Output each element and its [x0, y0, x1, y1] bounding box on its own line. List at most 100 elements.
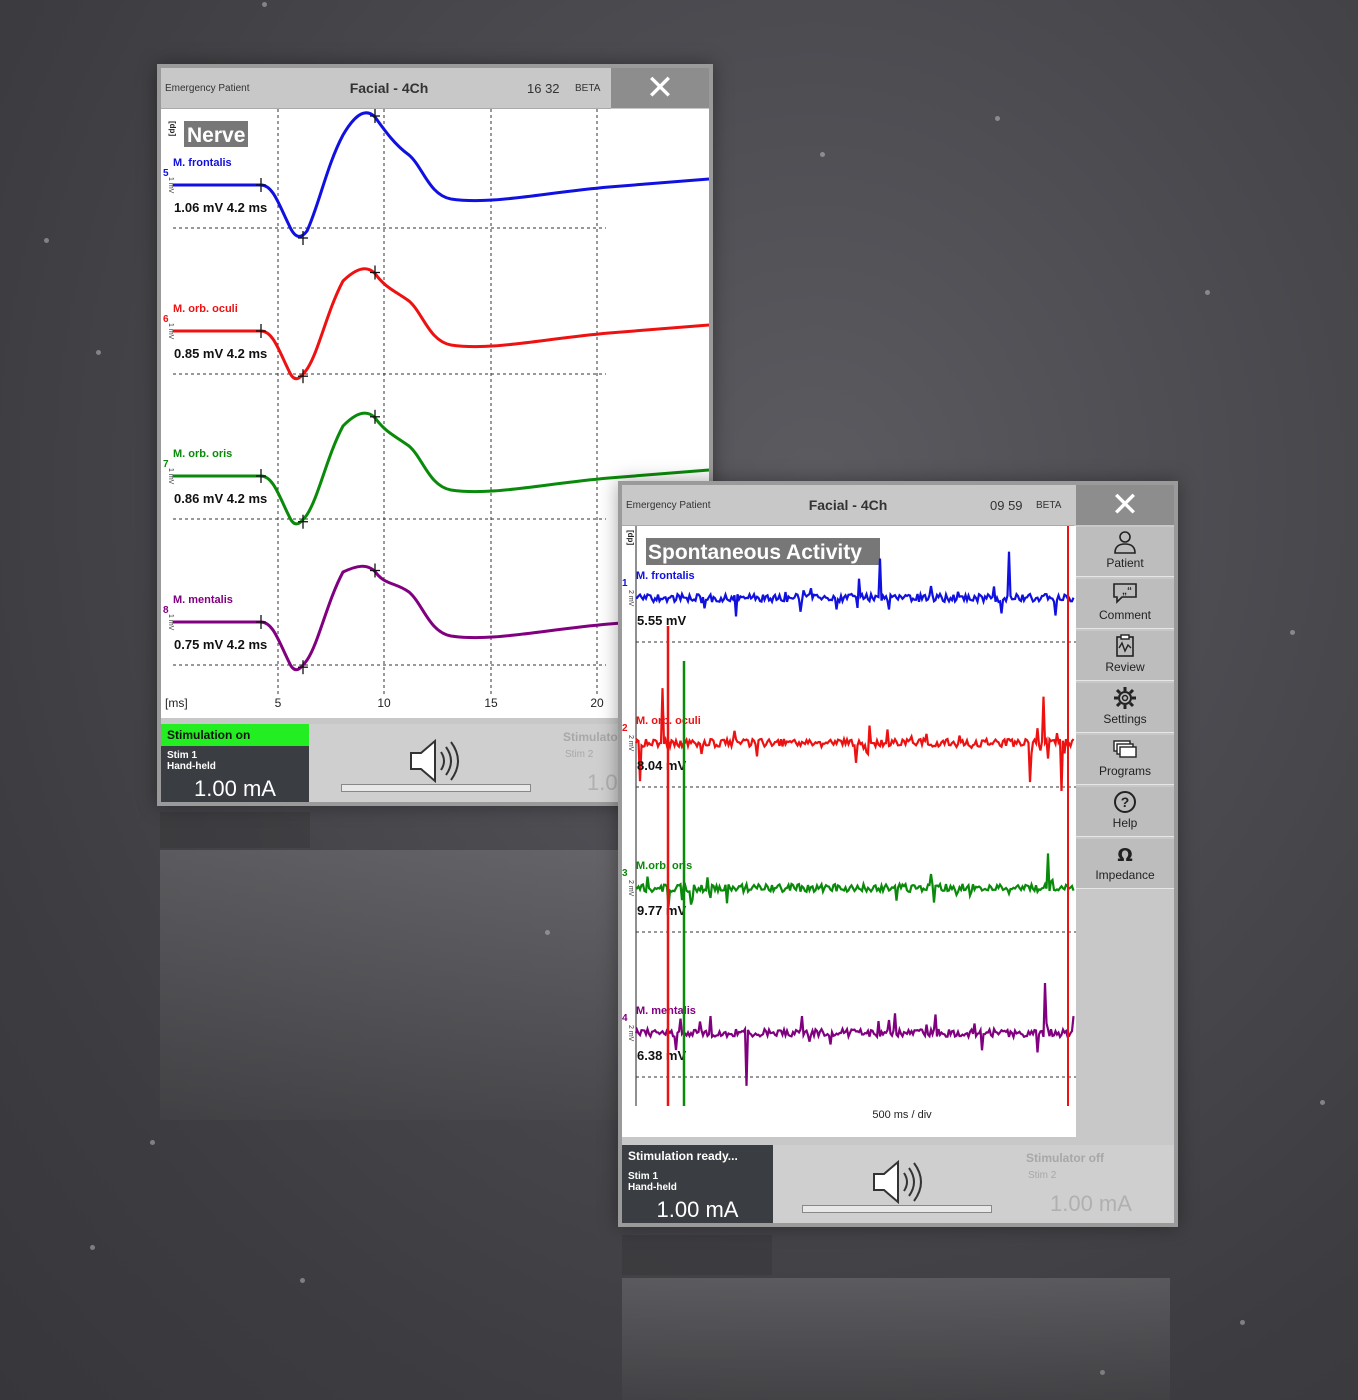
channel-measurement: 0.85 mV 4.2 ms: [174, 346, 267, 361]
y-unit-label: [dp]: [168, 121, 177, 136]
volume-slider[interactable]: [341, 784, 531, 792]
channel-name: M. mentalis: [173, 594, 233, 606]
stim1-panel[interactable]: Stimulation ready... Stim 1 Hand-held 1.…: [622, 1145, 773, 1223]
menu-label: Help: [1112, 816, 1138, 830]
speaker-icon[interactable]: [405, 736, 465, 786]
comment-icon: „“: [1076, 579, 1174, 608]
spontaneous-plot: [dp]Spontaneous Activity500 ms / divBETA…: [622, 526, 1076, 1137]
patient-name: Emergency Patient: [165, 83, 250, 94]
emg-trace: [634, 982, 1075, 1086]
background-sparkle: [300, 1278, 305, 1283]
channel-scale: 1 mV: [167, 323, 174, 340]
channel-scale: 1 mV: [167, 177, 174, 194]
timebase-label: 500 ms / div: [872, 1109, 932, 1121]
programs-icon: [1076, 735, 1174, 764]
channel-number: 4: [622, 1013, 628, 1024]
menu-impedance-button[interactable]: Ω Impedance: [1076, 839, 1174, 889]
stim2-current: 1.0: [587, 770, 618, 795]
menu-label: Impedance: [1095, 868, 1155, 882]
menu-comment-button[interactable]: „“ Comment: [1076, 579, 1174, 629]
patient-name: Emergency Patient: [626, 500, 711, 511]
menu-review-button[interactable]: Review: [1076, 631, 1174, 681]
channel-measurement: 8.04 mV: [637, 758, 686, 773]
menu-settings-button[interactable]: Settings: [1076, 683, 1174, 733]
stim2-current: 1.00 mA: [1050, 1191, 1132, 1216]
close-button[interactable]: ✕: [611, 68, 709, 108]
stim1-name: Stim 1: [628, 1171, 659, 1182]
stim1-status: Stimulation ready...: [628, 1149, 738, 1163]
emg-trace: [635, 853, 1075, 907]
menu-programs-button[interactable]: Programs: [1076, 735, 1174, 785]
channel-scale: 2 mV: [627, 880, 634, 897]
window2-reflection: [622, 1278, 1170, 1400]
beta-label: BETA: [575, 83, 601, 94]
background-sparkle: [150, 1140, 155, 1145]
background-sparkle: [44, 238, 49, 243]
channel-scale: 2 mV: [627, 590, 634, 607]
person-icon: [1076, 527, 1174, 556]
background-sparkle: [262, 2, 267, 7]
help-icon: ?: [1076, 787, 1174, 816]
menu-label: Comment: [1098, 608, 1151, 622]
channel-name: M. mentalis: [636, 1005, 696, 1017]
stim1-current: 1.00 mA: [194, 776, 276, 801]
channel-name: M. orb. oculi: [173, 303, 238, 315]
protocol-title: Facial - 4Ch: [808, 497, 888, 513]
speaker-icon[interactable]: [868, 1157, 928, 1207]
background-sparkle: [1205, 290, 1210, 295]
clock: 16 32: [527, 81, 560, 96]
x-tick-label: 15: [484, 696, 498, 710]
protocol-title: Facial - 4Ch: [349, 80, 429, 96]
background-sparkle: [545, 930, 550, 935]
waveform-trace: [173, 111, 709, 238]
stim2-status: Stimulator: [563, 730, 623, 744]
emg-trace: [634, 688, 1075, 792]
channel-scale: 2 mV: [627, 735, 634, 752]
window2-reflection: [622, 1235, 772, 1275]
stim2-name: Stim 2: [565, 749, 594, 760]
menu-patient-button[interactable]: Patient: [1076, 527, 1174, 577]
menu-help-button[interactable]: ? Help: [1076, 787, 1174, 837]
channel-scale: 1 mV: [167, 468, 174, 485]
x-tick-label: 10: [377, 696, 391, 710]
mode-title: Nerve: [187, 124, 245, 147]
channel-scale: 2 mV: [627, 1025, 634, 1042]
menu-label: Patient: [1106, 556, 1144, 570]
y-unit-label: [dp]: [626, 530, 635, 545]
background-sparkle: [820, 152, 825, 157]
channel-measurement: 0.75 mV 4.2 ms: [174, 637, 267, 652]
stim2-status: Stimulator off: [1026, 1151, 1104, 1165]
stim1-panel[interactable]: Stimulation on Stim 1 Hand-held 1.00 mA: [161, 724, 309, 802]
side-menu: Patient „“ Comment Review Settings Programs? H…: [1076, 527, 1174, 891]
channel-number: 3: [622, 868, 628, 879]
svg-text:„“: „“: [1122, 586, 1132, 597]
volume-slider[interactable]: [802, 1205, 992, 1213]
channel-name: M. frontalis: [173, 157, 232, 169]
close-button[interactable]: ✕: [1076, 485, 1174, 525]
stim1-name: Stim 1: [167, 750, 198, 761]
channel-name: M. orb. oris: [173, 448, 232, 460]
background-sparkle: [1100, 1370, 1105, 1375]
channel-measurement: 5.55 mV: [637, 613, 686, 628]
background-sparkle: [1320, 1100, 1325, 1105]
omega-icon: Ω: [1076, 839, 1174, 868]
window1-reflection: [160, 812, 310, 848]
channel-number: 1: [622, 578, 628, 589]
beta-label: BETA: [1036, 500, 1062, 511]
background-sparkle: [995, 116, 1000, 121]
channel-scale: 1 mV: [167, 614, 174, 631]
stim1-device: Hand-held: [167, 761, 216, 772]
menu-label: Programs: [1098, 764, 1151, 778]
clock: 09 59: [990, 498, 1023, 513]
background-sparkle: [90, 1245, 95, 1250]
stim1-status: Stimulation on: [161, 724, 309, 746]
stim1-device: Hand-held: [628, 1182, 677, 1193]
stim2-name: Stim 2: [1028, 1170, 1057, 1181]
gear-icon: [1076, 683, 1174, 712]
channel-measurement: 0.86 mV 4.2 ms: [174, 491, 267, 506]
x-tick-label: 20: [590, 696, 604, 710]
close-icon: ✕: [645, 69, 675, 107]
channel-name: M. frontalis: [636, 570, 695, 582]
waveform-trace: [173, 267, 709, 381]
title-bar: Emergency Patient Facial - 4Ch 09 59 BET…: [622, 485, 1074, 526]
